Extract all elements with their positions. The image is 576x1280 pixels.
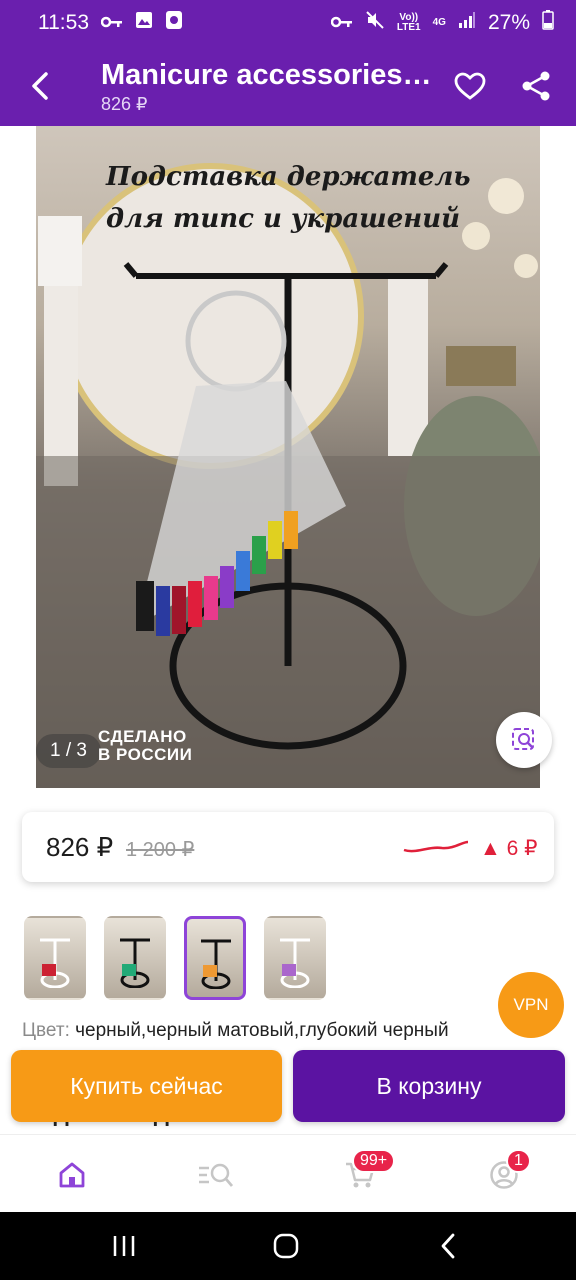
volte-indicator: Vo)) LTE1 xyxy=(397,13,421,33)
image-caption: Подставка держатель для типс и украшений xyxy=(106,156,506,240)
thumbnail-3[interactable] xyxy=(184,916,246,1000)
old-price: 1 200 ₽ xyxy=(126,839,195,861)
heart-icon xyxy=(454,72,486,100)
vpn-key-icon xyxy=(330,11,353,35)
nav-catalog[interactable] xyxy=(194,1153,238,1197)
thumbnail-4[interactable] xyxy=(264,916,326,1000)
battery-percent: 27% xyxy=(487,11,530,34)
recent-apps-icon xyxy=(113,1236,135,1256)
thumbnail-1-image xyxy=(40,938,70,988)
price-card[interactable]: 826 ₽ 1 200 ₽ ▲ 6 ₽ xyxy=(22,812,554,882)
signal-icon xyxy=(458,11,476,35)
price-delta: ▲ 6 ₽ xyxy=(480,837,538,860)
favorite-button[interactable] xyxy=(450,66,490,106)
add-to-cart-button[interactable]: В корзину xyxy=(293,1050,565,1122)
thumbnail-4-image xyxy=(280,938,310,988)
price-trend-chart xyxy=(403,840,469,853)
home-system-button[interactable] xyxy=(266,1226,306,1266)
notification-icon xyxy=(165,10,183,36)
back-system-button[interactable] xyxy=(428,1226,468,1266)
buy-now-button[interactable]: Купить сейчас xyxy=(11,1050,282,1122)
nav-home[interactable] xyxy=(50,1153,94,1197)
network-label: 4G xyxy=(432,17,446,28)
made-badge-line2: В РОССИИ xyxy=(98,745,193,764)
product-image[interactable]: Подставка держатель для типс и украшений xyxy=(36,126,540,788)
bottom-navigation: 99+ 1 xyxy=(0,1134,576,1212)
visual-search-icon xyxy=(512,728,534,750)
color-label: Цвет: xyxy=(22,1020,70,1041)
title-block: Manicure accessories… 826 ₽ xyxy=(101,58,441,115)
share-icon xyxy=(522,71,550,101)
color-option-line: Цвет: черный,черный матовый,глубокий чер… xyxy=(22,1020,492,1042)
lte-label: LTE1 xyxy=(396,22,421,33)
thumbnail-strip xyxy=(24,916,326,1000)
back-arrow-icon xyxy=(32,72,48,100)
gallery-icon xyxy=(135,11,153,35)
home-system-icon xyxy=(273,1233,299,1259)
image-caption-line1: Подставка держатель xyxy=(106,162,471,192)
status-bar: 11:53 Vo)) LTE1 4G 27% xyxy=(0,0,576,46)
catalog-search-icon xyxy=(199,1163,234,1187)
vpn-button[interactable]: VPN xyxy=(498,972,564,1038)
image-counter: 1 / 3 xyxy=(36,734,101,768)
share-button[interactable] xyxy=(516,66,556,106)
status-time: 11:53 xyxy=(38,11,89,34)
thumbnail-2[interactable] xyxy=(104,916,166,1000)
mute-icon xyxy=(365,10,385,36)
product-page: 11:53 Vo)) LTE1 4G 27% Manicure accessor… xyxy=(0,0,576,1280)
back-button[interactable] xyxy=(20,66,60,106)
home-icon xyxy=(59,1162,85,1188)
back-system-icon xyxy=(441,1233,455,1259)
key-icon xyxy=(100,11,123,35)
thumbnail-2-image xyxy=(120,938,150,988)
app-bar: Manicure accessories… 826 ₽ xyxy=(0,46,576,126)
profile-badge: 1 xyxy=(506,1149,531,1173)
thumbnail-1[interactable] xyxy=(24,916,86,1000)
page-title: Manicure accessories… xyxy=(101,59,432,91)
page-subtitle-price: 826 ₽ xyxy=(101,94,148,114)
made-in-russia-badge: СДЕЛАНО В РОССИИ xyxy=(98,728,192,764)
color-value: черный,черный матовый,глубокий черный xyxy=(75,1020,449,1041)
cart-badge: 99+ xyxy=(352,1149,396,1173)
thumbnail-3-image xyxy=(201,939,231,989)
battery-icon xyxy=(542,10,554,36)
current-price: 826 ₽ xyxy=(46,832,114,862)
recent-apps-button[interactable] xyxy=(104,1226,144,1266)
image-caption-line2: для типс и украшений xyxy=(106,204,460,234)
system-navigation-bar xyxy=(0,1212,576,1280)
visual-search-button[interactable] xyxy=(496,712,552,768)
made-badge-line1: СДЕЛАНО xyxy=(98,727,187,746)
